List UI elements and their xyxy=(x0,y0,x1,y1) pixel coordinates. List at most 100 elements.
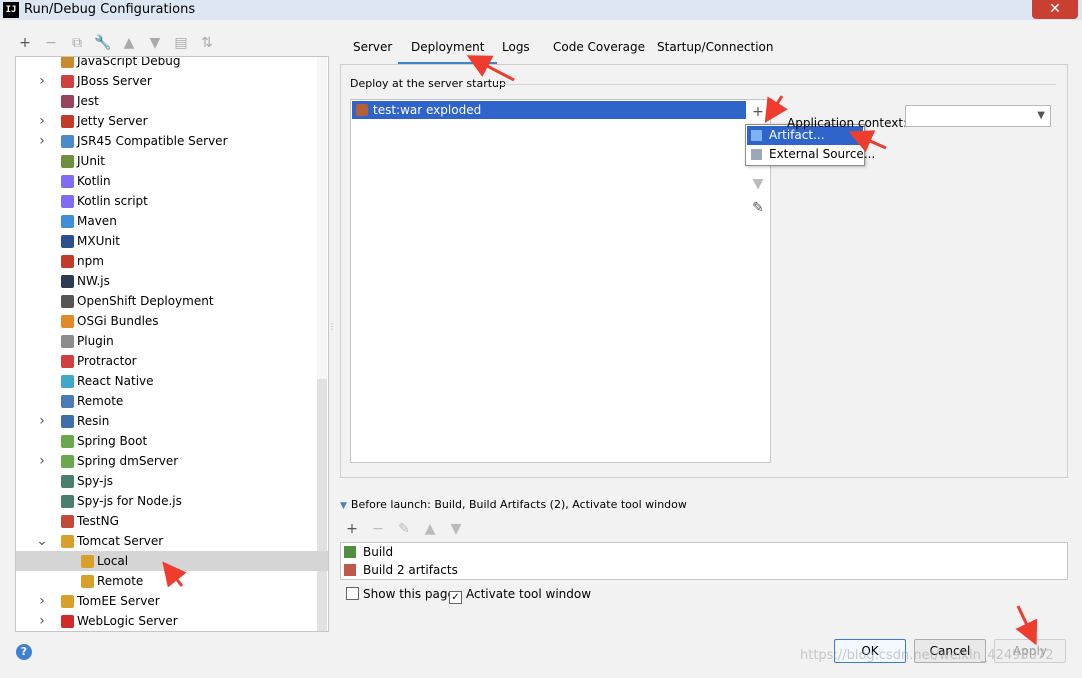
tree-item[interactable]: TestNG xyxy=(16,511,328,531)
tree-item[interactable]: ⌄ Tomcat Server xyxy=(16,531,328,551)
tree-item[interactable]: › Spring dmServer xyxy=(16,451,328,471)
copy-button[interactable]: ⧉ xyxy=(68,34,86,52)
show-this-page-label: Show this page xyxy=(363,587,455,601)
tab-code-coverage[interactable]: Code Coverage xyxy=(553,36,645,62)
tree-item-label: Plugin xyxy=(77,334,114,348)
tree-item[interactable]: JavaScript Debug xyxy=(16,56,328,71)
configuration-tree[interactable]: JavaScript Debug › JBoss Server Jest › Jetty … xyxy=(15,56,329,632)
show-this-page-checkbox[interactable]: Show this page xyxy=(346,586,455,602)
tree-item-label: JBoss Server xyxy=(77,74,152,88)
tab-deployment[interactable]: Deployment xyxy=(398,36,498,65)
tree-item-label: Remote xyxy=(97,574,144,588)
remove-button[interactable]: − xyxy=(42,34,60,52)
edit-artifact-button[interactable]: ✎ xyxy=(749,199,767,217)
spring-dm-icon xyxy=(61,455,74,468)
help-icon[interactable]: ? xyxy=(16,644,32,660)
tree-item-label: JSR45 Compatible Server xyxy=(77,134,228,148)
tree-item-label: npm xyxy=(77,254,104,268)
war-exploded-icon xyxy=(356,104,368,116)
before-launch-list[interactable]: Build Build 2 artifacts xyxy=(340,542,1068,580)
tree-item-label: OpenShift Deployment xyxy=(77,294,214,308)
move-down-button[interactable]: ▼ xyxy=(146,34,164,52)
popup-item-label: External Source... xyxy=(769,147,876,161)
artifact-row[interactable]: test:war exploded xyxy=(352,101,746,119)
tree-item[interactable]: Spring Boot xyxy=(16,431,328,451)
splitter-handle[interactable]: ⋮ xyxy=(328,322,336,336)
tree-item[interactable]: Jest xyxy=(16,91,328,111)
folder-button[interactable]: ▤ xyxy=(172,34,190,52)
sort-button[interactable]: ⇅ xyxy=(198,34,216,52)
collapse-triangle-icon: ▼ xyxy=(340,501,347,511)
tree-item[interactable]: › JBoss Server xyxy=(16,71,328,91)
tree-item[interactable]: Protractor xyxy=(16,351,328,371)
tree-item-label: React Native xyxy=(77,374,154,388)
move-up-task-button[interactable]: ▲ xyxy=(421,520,439,538)
chevron-down-icon: ▼ xyxy=(1037,110,1045,121)
checkbox-box[interactable]: ✓ xyxy=(449,591,462,604)
application-context-label: Application context: xyxy=(787,116,908,130)
add-artifact-button[interactable]: + xyxy=(749,103,767,121)
chevron-right-icon[interactable]: › xyxy=(36,71,48,91)
tab-logs[interactable]: Logs xyxy=(502,36,530,62)
tree-item[interactable]: React Native xyxy=(16,371,328,391)
external-source-icon xyxy=(751,149,762,160)
tab-server[interactable]: Server xyxy=(353,36,392,62)
before-launch-task[interactable]: Build 2 artifacts xyxy=(341,561,1067,579)
tree-item[interactable]: Local xyxy=(16,551,328,571)
tree-item[interactable]: OSGi Bundles xyxy=(16,311,328,331)
tree-item[interactable]: NW.js xyxy=(16,271,328,291)
move-down-artifact-button[interactable]: ▼ xyxy=(749,175,767,193)
edit-task-button[interactable]: ✎ xyxy=(395,520,413,538)
tree-item[interactable]: › Resin xyxy=(16,411,328,431)
tree-item[interactable]: Remote xyxy=(16,571,328,591)
tree-item[interactable]: › TomEE Server xyxy=(16,591,328,611)
window-title: Run/Debug Configurations xyxy=(24,2,196,17)
artifact-list[interactable]: test:war exploded xyxy=(350,99,748,463)
add-task-button[interactable]: + xyxy=(343,520,361,538)
remove-task-button[interactable]: − xyxy=(369,520,387,538)
edit-defaults-button[interactable]: 🔧 xyxy=(94,34,112,52)
tree-item[interactable]: MXUnit xyxy=(16,231,328,251)
move-up-button[interactable]: ▲ xyxy=(120,34,138,52)
application-context-select[interactable]: ▼ xyxy=(905,105,1051,127)
tree-item[interactable]: Spy-js for Node.js xyxy=(16,491,328,511)
plugin-icon xyxy=(61,335,74,348)
tree-item[interactable]: › Jetty Server xyxy=(16,111,328,131)
move-down-task-button[interactable]: ▼ xyxy=(447,520,465,538)
tree-item-label: Local xyxy=(97,554,129,568)
tree-item[interactable]: Spy-js xyxy=(16,471,328,491)
close-button[interactable]: ✕ xyxy=(1032,0,1078,19)
jboss-icon xyxy=(61,75,74,88)
tree-item[interactable]: Plugin xyxy=(16,331,328,351)
tree-item[interactable]: Kotlin xyxy=(16,171,328,191)
activate-tool-window-checkbox[interactable]: ✓ Activate tool window xyxy=(449,586,591,604)
tree-item-label: Remote xyxy=(77,394,124,408)
chevron-down-icon[interactable]: ⌄ xyxy=(36,531,48,551)
chevron-right-icon[interactable]: › xyxy=(36,411,48,431)
group-divider xyxy=(496,84,1056,85)
add-button[interactable]: + xyxy=(16,34,34,52)
chevron-right-icon[interactable]: › xyxy=(36,451,48,471)
chevron-right-icon[interactable]: › xyxy=(36,111,48,131)
popup-item[interactable]: External Source... xyxy=(747,145,875,164)
before-launch-header[interactable]: ▼ Before launch: Build, Build Artifacts (… xyxy=(340,498,687,511)
tree-item[interactable]: JUnit xyxy=(16,151,328,171)
jsr45-icon xyxy=(61,135,74,148)
tree-item[interactable]: Remote xyxy=(16,391,328,411)
chevron-right-icon[interactable]: › xyxy=(36,131,48,151)
tree-item[interactable]: npm xyxy=(16,251,328,271)
tree-item-label: JavaScript Debug xyxy=(77,56,181,68)
chevron-right-icon[interactable]: › xyxy=(36,611,48,631)
before-launch-task[interactable]: Build xyxy=(341,543,1067,561)
tree-item[interactable]: › WebLogic Server xyxy=(16,611,328,631)
deployment-panel: Deploy at the server startup test:war ex… xyxy=(340,64,1068,478)
tree-item[interactable]: Kotlin script xyxy=(16,191,328,211)
tab-startup-connection[interactable]: Startup/Connection xyxy=(657,36,773,62)
tree-item-label: OSGi Bundles xyxy=(77,314,159,328)
checkbox-box[interactable] xyxy=(346,587,359,600)
chevron-right-icon[interactable]: › xyxy=(36,591,48,611)
tree-item[interactable]: OpenShift Deployment xyxy=(16,291,328,311)
tree-item[interactable]: Maven xyxy=(16,211,328,231)
tree-item-label: Resin xyxy=(77,414,110,428)
tree-item[interactable]: › JSR45 Compatible Server xyxy=(16,131,328,151)
